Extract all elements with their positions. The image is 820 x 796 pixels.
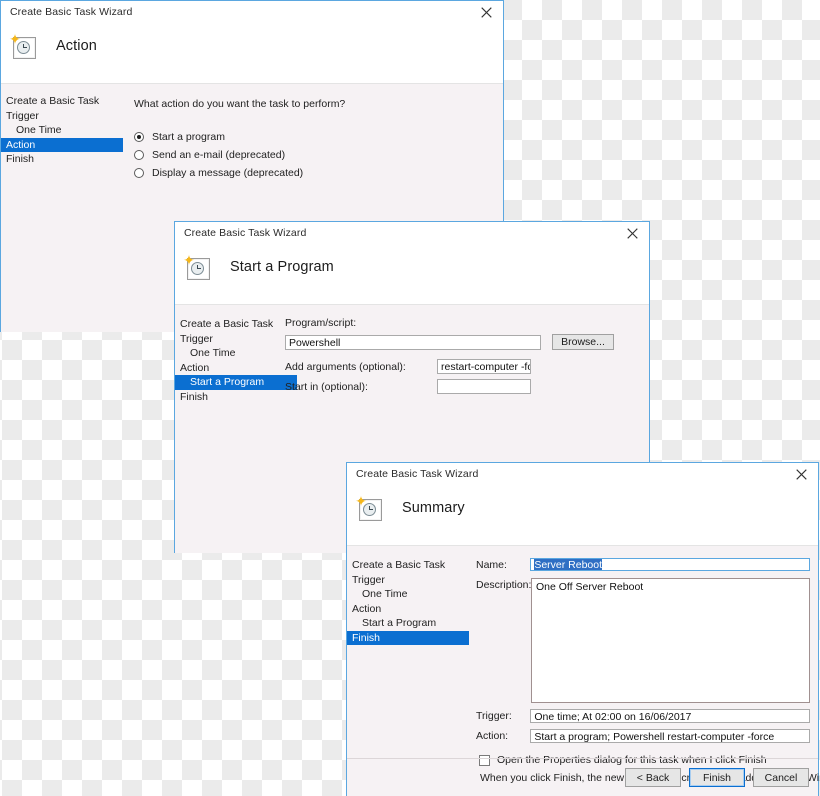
header-summary: ✦ Summary [347,485,818,531]
nav-item-trigger[interactable]: Trigger [1,109,123,124]
task-scheduler-new-task-icon: ✦ [355,494,383,521]
task-name-input[interactable]: Server Reboot [530,558,810,571]
nav-label: Start a Program [190,376,265,388]
header-divider [175,290,649,305]
nav-item-create-a-basic-task[interactable]: Create a Basic Task [347,558,469,573]
header-start-a-program: ✦ Start a Program [175,244,649,290]
nav-label: Finish [352,631,381,644]
task-name-value: Server Reboot [534,559,603,571]
dialog-footer: < Back Finish Cancel [347,758,818,796]
task-scheduler-new-task-icon: ✦ [183,253,211,280]
nav-label: One Time [16,124,62,136]
page-title: Summary [402,500,465,516]
nav-label: Action [352,602,382,615]
window-title: Create Basic Task Wizard [184,227,307,239]
header-divider [347,531,818,546]
task-description-input[interactable]: One Off Server Reboot [531,578,810,703]
dialog-summary[interactable]: Create Basic Task Wizard ✦ Summary Creat… [346,462,820,796]
nav-label: One Time [362,588,408,600]
trigger-summary-field: One time; At 02:00 on 16/06/2017 [530,709,810,723]
nav-item-create-a-basic-task[interactable]: Create a Basic Task [175,317,297,332]
nav-label: One Time [190,347,236,359]
close-icon[interactable] [469,1,503,23]
trigger-label: Trigger: [476,710,512,722]
radio-icon[interactable] [134,167,144,178]
task-scheduler-new-task-icon: ✦ [9,32,37,59]
header-divider [1,69,503,84]
nav-item-start-a-program[interactable]: Start a Program [175,375,297,390]
nav-label: Finish [180,390,209,403]
nav-label: Trigger [6,109,39,122]
nav-label: Start a Program [362,617,437,629]
nav-label: Create a Basic Task [6,95,100,107]
nav-label: Trigger [180,332,213,345]
start-in-label: Start in (optional): [285,380,368,393]
nav-item-finish[interactable]: Finish [1,152,123,167]
titlebar-start-a-program: Create Basic Task Wizard [175,222,649,244]
cancel-button[interactable]: Cancel [753,768,809,787]
header-action: ✦ Action [1,23,503,69]
wizard-nav-summary[interactable]: Create a Basic Task Trigger One Time Act… [347,558,469,645]
radio-start-a-program[interactable]: Start a program [134,128,493,145]
nav-item-trigger[interactable]: Trigger [347,573,469,588]
add-arguments-label: Add arguments (optional): [285,360,406,373]
finish-button[interactable]: Finish [689,768,745,787]
description-label: Description: [476,579,532,591]
name-label: Name: [476,559,507,571]
nav-item-trigger[interactable]: Trigger [175,332,297,347]
body-summary: Create a Basic Task Trigger One Time Act… [347,546,820,796]
nav-item-action[interactable]: Action [175,361,297,376]
program-script-input[interactable]: Powershell [285,334,541,350]
radio-icon[interactable] [134,131,144,142]
titlebar-action: Create Basic Task Wizard [1,1,503,23]
nav-label: Action [180,361,210,374]
content-action: What action do you want the task to perf… [134,98,493,181]
nav-item-one-time[interactable]: One Time [175,346,297,361]
action-label: Action: [476,730,509,742]
content-start-a-program: Program/script: Powershell Browse... Add… [285,317,641,394]
nav-label: Finish [6,153,35,165]
back-button[interactable]: < Back [625,768,681,787]
nav-item-finish[interactable]: Finish [175,390,297,405]
nav-item-finish[interactable]: Finish [347,630,469,645]
footer-divider [347,758,818,759]
window-title: Create Basic Task Wizard [10,6,133,18]
nav-label: Action [6,138,36,151]
action-summary-field: Start a program; Powershell restart-comp… [530,729,810,743]
radio-send-an-email[interactable]: Send an e-mail (deprecated) [134,146,493,163]
titlebar-summary: Create Basic Task Wizard [347,463,818,485]
nav-item-one-time[interactable]: One Time [347,587,469,602]
start-in-input[interactable] [437,379,531,394]
content-summary: Name: Server Reboot Description: One Off… [476,558,820,784]
nav-item-one-time[interactable]: One Time [1,123,123,138]
page-title: Action [56,38,97,54]
nav-label: Trigger [352,573,385,586]
window-title: Create Basic Task Wizard [356,468,479,480]
add-arguments-input[interactable]: restart-computer -force [437,359,531,374]
nav-item-start-a-program[interactable]: Start a Program [347,616,469,631]
browse-button[interactable]: Browse... [552,334,614,350]
action-prompt: What action do you want the task to perf… [134,98,346,110]
radio-display-a-message[interactable]: Display a message (deprecated) [134,164,493,181]
wizard-nav-action[interactable]: Create a Basic Task Trigger One Time Act… [1,94,123,167]
radio-label: Display a message (deprecated) [152,166,304,179]
wizard-nav-start-a-program[interactable]: Create a Basic Task Trigger One Time Act… [175,317,297,404]
radio-label: Start a program [152,130,225,143]
close-icon[interactable] [784,463,818,485]
nav-item-action[interactable]: Action [1,137,123,152]
nav-item-action[interactable]: Action [347,602,469,617]
radio-icon[interactable] [134,149,144,160]
page-title: Start a Program [230,259,334,275]
radio-label: Send an e-mail (deprecated) [152,148,286,161]
close-icon[interactable] [615,222,649,244]
nav-item-create-a-basic-task[interactable]: Create a Basic Task [1,94,123,109]
program-script-label: Program/script: [285,317,357,329]
nav-label: Create a Basic Task [352,559,446,571]
nav-label: Create a Basic Task [180,318,274,330]
